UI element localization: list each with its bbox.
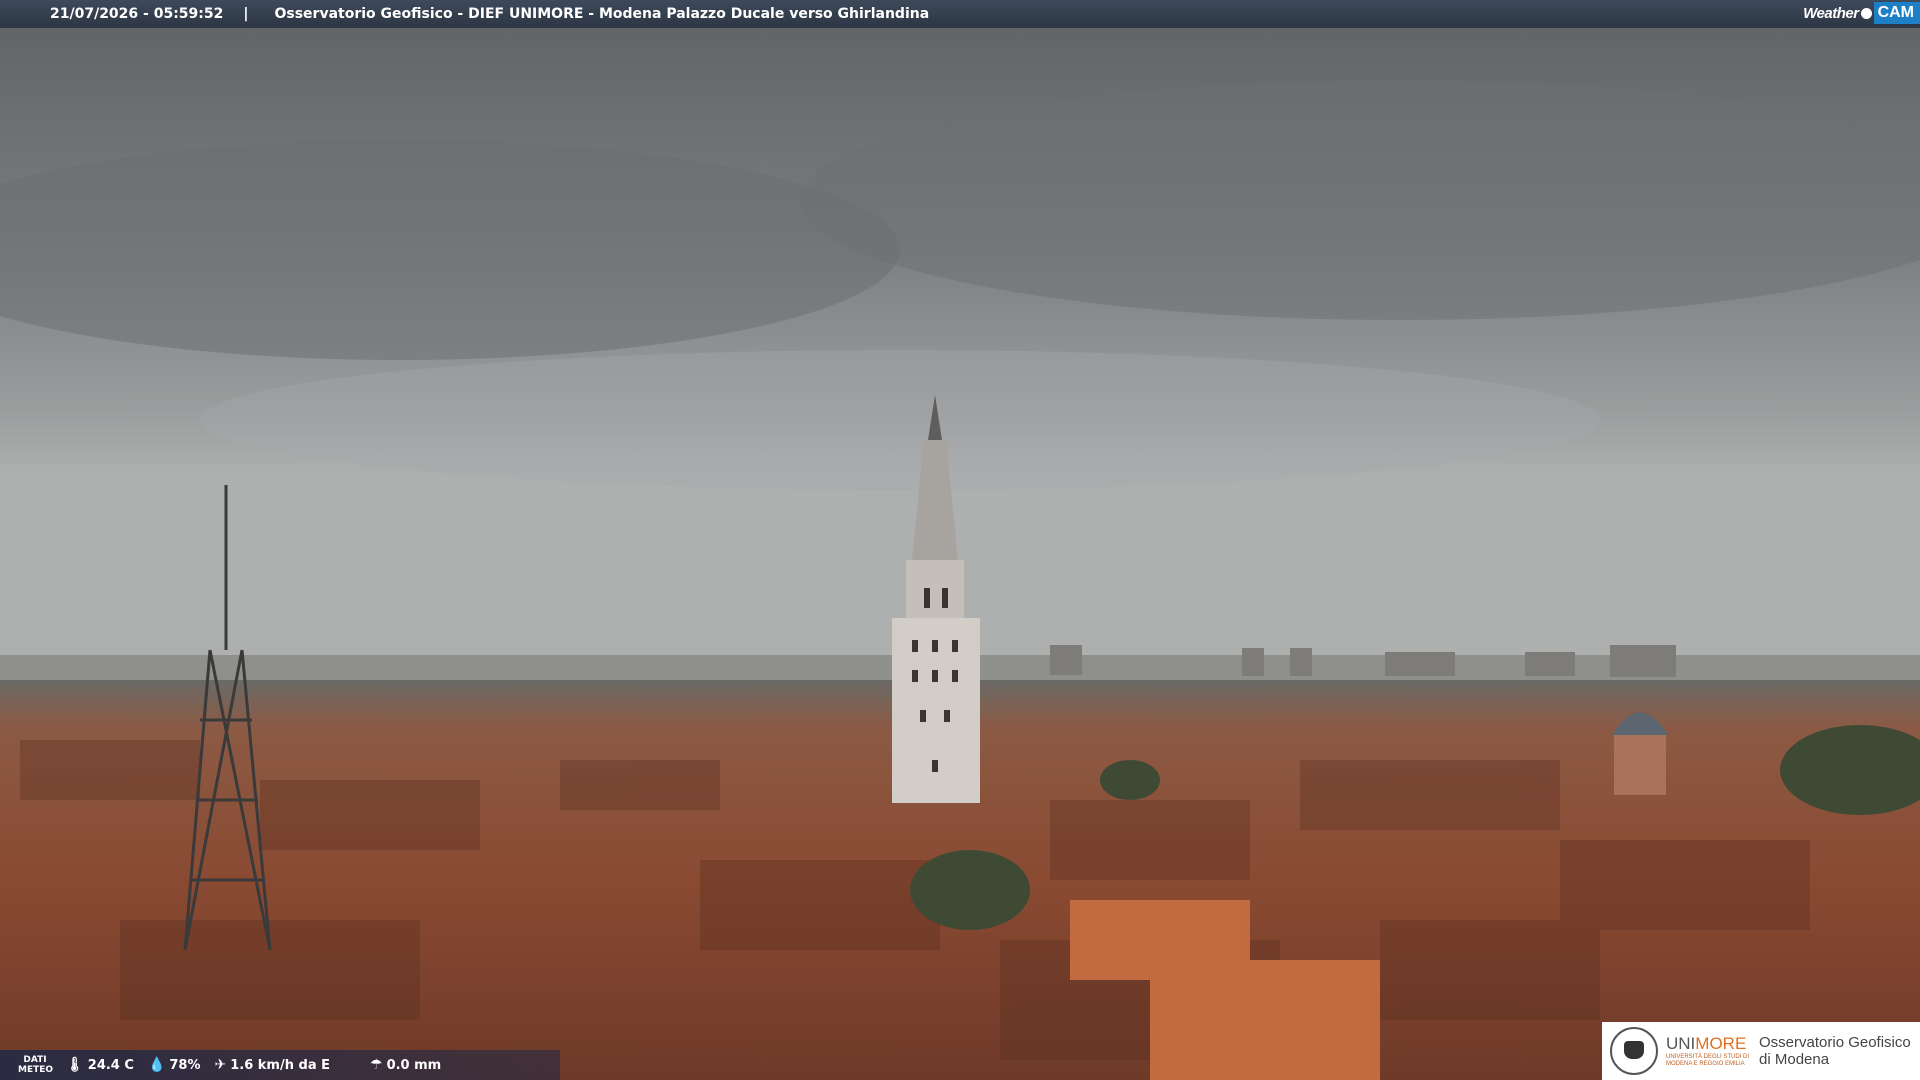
humidity-readout: 💧 78% [147, 1057, 201, 1073]
webcam-scene [0, 0, 1920, 1080]
unimore-logo-panel: UNIMORE UNIVERSITÀ DEGLI STUDI DI MODENA… [1602, 1022, 1920, 1080]
location-caption: Osservatorio Geofisico - DIEF UNIMORE - … [274, 6, 930, 22]
rain-readout: ☂ 0.0 mm [370, 1057, 442, 1073]
wind-readout: ✈ 1.6 km/h da E [214, 1057, 331, 1073]
unimore-wordmark: UNIMORE UNIVERSITÀ DEGLI STUDI DI MODENA… [1666, 1034, 1750, 1067]
caption-bar: 21/07/2026 - 05:59:52 | Osservatorio Geo… [0, 0, 1920, 28]
weathercam-logo: Weather CAM [1803, 0, 1920, 26]
temperature-readout: 🌡 24.4 C [66, 1057, 134, 1073]
humidity-drop-icon: 💧 [147, 1057, 166, 1073]
university-seal-icon [1610, 1027, 1658, 1075]
weathercam-logo-cam: CAM [1873, 2, 1920, 24]
thermometer-icon: 🌡 [66, 1057, 84, 1073]
cloud [200, 350, 1600, 490]
wind-icon: ✈ [214, 1057, 227, 1073]
weather-data-bar: DATI METEO 🌡 24.4 C 💧 78% ✈ 1.6 km/h da … [0, 1050, 560, 1080]
weathercam-dot-icon [1860, 7, 1872, 19]
church-dome [1612, 712, 1668, 795]
rain-gauge-icon: ☂ [370, 1057, 383, 1073]
observatory-name: Osservatorio Geofisico di Modena [1759, 1034, 1911, 1068]
weathercam-logo-weather: Weather [1803, 4, 1859, 22]
weather-data-label: DATI METEO [18, 1055, 54, 1075]
caption-separator: | [243, 6, 249, 22]
timestamp: 21/07/2026 - 05:59:52 [50, 6, 224, 22]
